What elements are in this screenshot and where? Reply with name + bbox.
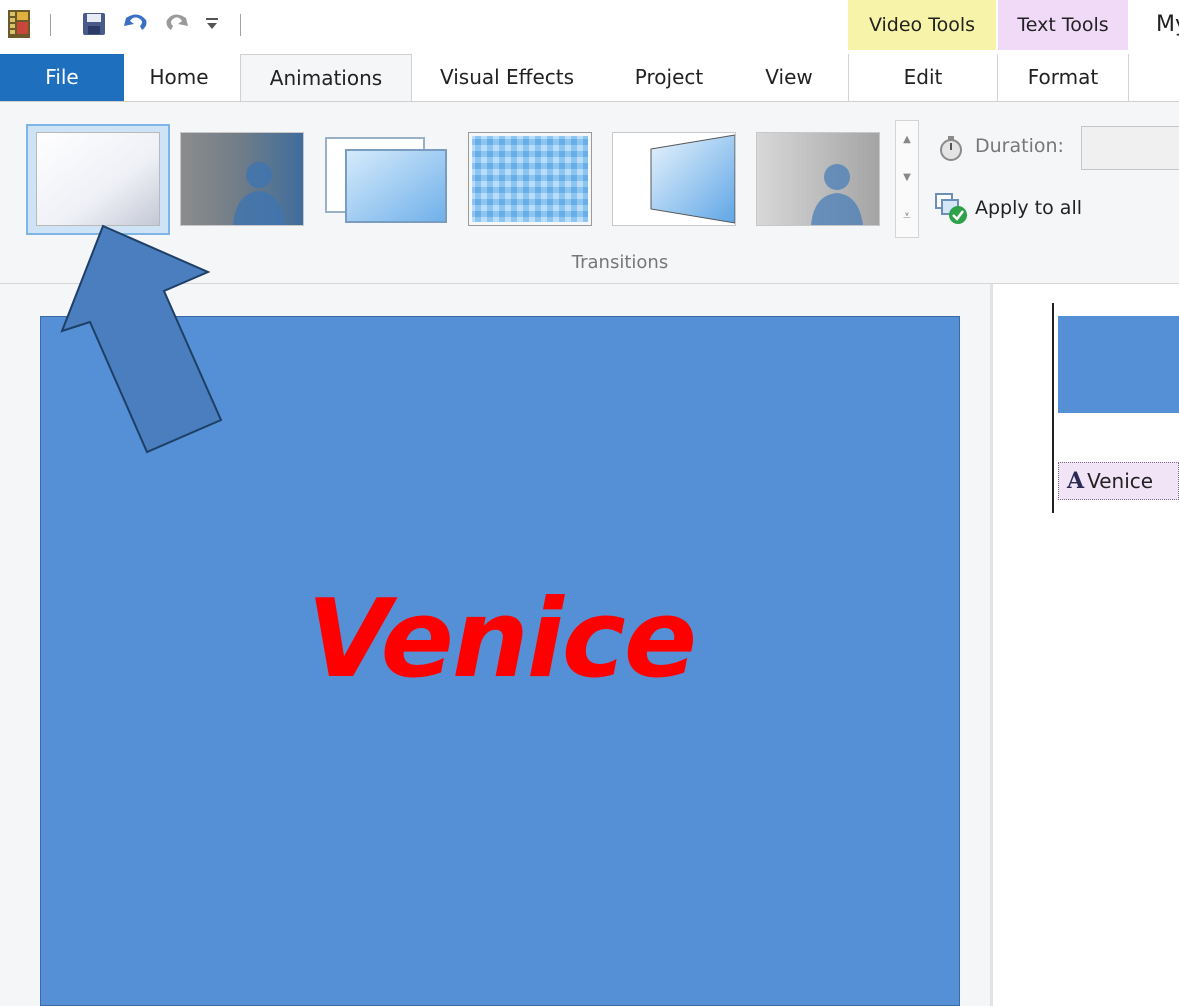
ribbon-tab-row: File Home Animations Visual Effects Proj… — [0, 54, 1179, 101]
transition-flip-thumb[interactable] — [612, 132, 736, 226]
text-caption-icon: A — [1067, 468, 1085, 494]
scroll-up-icon[interactable]: ▲ — [896, 121, 918, 159]
fade-transition-icon — [757, 133, 879, 225]
transition-fade-thumb[interactable] — [756, 132, 880, 226]
transitions-group-label: Transitions — [571, 252, 669, 273]
separator — [50, 14, 51, 36]
caption-label: Venice — [1087, 469, 1154, 493]
apply-to-all-button[interactable]: Apply to all — [975, 197, 1082, 219]
preview-title-text: Venice — [306, 577, 697, 702]
context-label: Text Tools — [1017, 14, 1109, 36]
storyboard-clip[interactable] — [1058, 316, 1179, 413]
save-icon[interactable] — [82, 12, 106, 40]
tab-file[interactable]: File — [0, 54, 124, 101]
window-title: My — [1156, 12, 1179, 37]
context-header-text-tools: Text Tools — [998, 0, 1128, 50]
tab-home[interactable]: Home — [124, 54, 234, 101]
playback-indicator[interactable] — [1052, 303, 1054, 513]
separator — [240, 14, 241, 36]
transition-reveal-thumb[interactable] — [324, 132, 448, 226]
dropdown-icon[interactable] — [205, 14, 219, 38]
gallery-more-icon[interactable]: ⩡ — [896, 197, 918, 235]
duration-input[interactable] — [1081, 126, 1179, 170]
title-bar: Video Tools Text Tools My — [0, 0, 1179, 50]
separator — [1128, 54, 1129, 101]
flip-transition-icon — [613, 133, 736, 225]
apply-all-icon — [934, 192, 970, 230]
transition-pixelate-thumb[interactable] — [468, 132, 592, 226]
transition-crossfade-thumb[interactable] — [180, 132, 304, 226]
none-transition-icon — [37, 133, 159, 225]
preview-monitor[interactable]: Venice — [40, 316, 960, 1006]
undo-icon[interactable] — [122, 12, 150, 40]
tab-animations[interactable]: Animations — [240, 54, 412, 101]
reveal-transition-icon — [325, 137, 447, 223]
film-icon[interactable] — [8, 10, 30, 42]
context-header-video-tools: Video Tools — [848, 0, 996, 50]
stopwatch-icon — [936, 134, 966, 166]
tab-edit[interactable]: Edit — [849, 54, 997, 101]
context-label: Video Tools — [868, 14, 976, 36]
ribbon-panel: ▲ ▼ ⩡ Duration: Apply to all Transitions — [0, 101, 1179, 284]
duration-label: Duration: — [975, 135, 1064, 157]
redo-icon[interactable] — [164, 12, 190, 40]
tab-project[interactable]: Project — [604, 54, 734, 101]
pixelate-transition-icon — [472, 136, 588, 222]
tab-visual-effects[interactable]: Visual Effects — [414, 54, 600, 101]
tab-view[interactable]: View — [740, 54, 838, 101]
storyboard-caption[interactable]: A Venice — [1058, 462, 1179, 500]
gallery-scroll: ▲ ▼ ⩡ — [895, 120, 919, 238]
transition-none-thumb[interactable] — [36, 132, 160, 226]
cross-fade-transition-icon — [181, 133, 303, 225]
tab-format[interactable]: Format — [998, 54, 1128, 101]
scroll-down-icon[interactable]: ▼ — [896, 159, 918, 197]
